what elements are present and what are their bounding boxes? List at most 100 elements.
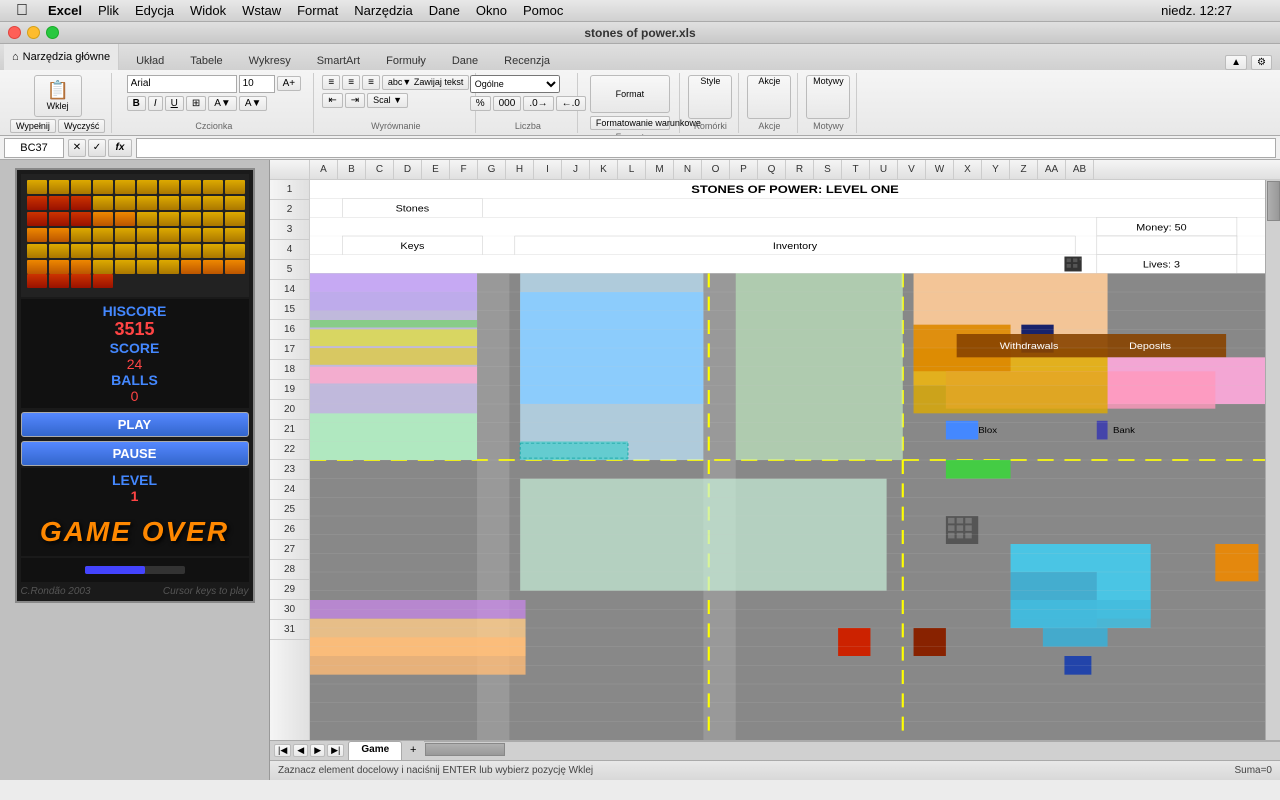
align-center-btn[interactable]: ≡ — [342, 75, 360, 90]
row-5[interactable]: 5 — [270, 260, 309, 280]
col-header-t[interactable]: T — [842, 160, 870, 179]
col-header-o[interactable]: O — [702, 160, 730, 179]
menu-edycja[interactable]: Edycja — [135, 3, 174, 18]
narzedzia-glowne-tab[interactable]: Narzędzia główne — [23, 51, 110, 63]
first-sheet-btn[interactable]: |◀ — [274, 744, 291, 757]
col-header-x[interactable]: X — [954, 160, 982, 179]
sheet-tab-game[interactable]: Game — [348, 741, 402, 760]
row-26[interactable]: 26 — [270, 520, 309, 540]
row-3[interactable]: 3 — [270, 220, 309, 240]
next-sheet-btn[interactable]: ▶ — [310, 744, 325, 757]
decimal-inc-btn[interactable]: .0→ — [523, 96, 553, 111]
menu-format[interactable]: Format — [297, 3, 338, 18]
menu-plik[interactable]: Plik — [98, 3, 119, 18]
pause-button[interactable]: PAUSE — [21, 441, 249, 466]
merge-btn[interactable]: Scal ▼ — [367, 93, 408, 108]
motywy-btn[interactable]: Motywy — [806, 75, 850, 119]
formula-input[interactable] — [136, 138, 1276, 158]
close-button[interactable] — [8, 26, 21, 39]
col-header-k[interactable]: K — [590, 160, 618, 179]
formuly-tab[interactable]: Formuły — [373, 51, 439, 70]
number-format-select[interactable]: Ogólne — [470, 75, 560, 93]
col-header-e[interactable]: E — [422, 160, 450, 179]
thousands-btn[interactable]: 000 — [493, 96, 522, 111]
scrollbar-thumb-v[interactable] — [1267, 181, 1280, 221]
wrap-text-btn[interactable]: abc▼ Zawijaj tekst — [382, 75, 469, 90]
underline-btn[interactable]: U — [165, 96, 184, 111]
col-header-aa[interactable]: AA — [1038, 160, 1066, 179]
menu-widok[interactable]: Widok — [190, 3, 226, 18]
menu-dane[interactable]: Dane — [429, 3, 460, 18]
horizontal-scrollbar[interactable] — [424, 741, 1280, 756]
uklad-tab[interactable]: Układ — [123, 51, 177, 70]
row-24[interactable]: 24 — [270, 480, 309, 500]
col-header-l[interactable]: L — [618, 160, 646, 179]
last-sheet-btn[interactable]: ▶| — [327, 744, 344, 757]
add-sheet-btn[interactable]: + — [406, 743, 420, 757]
cancel-formula-btn[interactable]: ✕ — [68, 139, 86, 157]
cell-reference-input[interactable] — [4, 138, 64, 158]
wypelnij-button[interactable]: Wypełnij — [10, 119, 56, 133]
row-23[interactable]: 23 — [270, 460, 309, 480]
indent-less-btn[interactable]: ⇤ — [322, 93, 342, 108]
cells-area[interactable]: STONES OF POWER: LEVEL ONE Stones Money:… — [310, 180, 1280, 740]
col-header-m[interactable]: M — [646, 160, 674, 179]
ribbon-collapse-btn[interactable]: ▲ — [1225, 55, 1247, 70]
col-header-y[interactable]: Y — [982, 160, 1010, 179]
dane-tab[interactable]: Dane — [439, 51, 491, 70]
col-header-h[interactable]: H — [506, 160, 534, 179]
font-size-input[interactable] — [239, 75, 275, 93]
wklej-button[interactable]: 📋 Wklej — [34, 75, 82, 117]
col-header-i[interactable]: I — [534, 160, 562, 179]
row-19[interactable]: 19 — [270, 380, 309, 400]
percent-btn[interactable]: % — [470, 96, 491, 111]
col-header-r[interactable]: R — [786, 160, 814, 179]
col-header-b[interactable]: B — [338, 160, 366, 179]
wyczysc-button[interactable]: Wyczyść — [58, 119, 105, 133]
align-left-btn[interactable]: ≡ — [322, 75, 340, 90]
row-27[interactable]: 27 — [270, 540, 309, 560]
menu-narzedzia[interactable]: Narzędzia — [354, 3, 413, 18]
col-header-d[interactable]: D — [394, 160, 422, 179]
row-18[interactable]: 18 — [270, 360, 309, 380]
col-header-n[interactable]: N — [674, 160, 702, 179]
col-header-w[interactable]: W — [926, 160, 954, 179]
row-29[interactable]: 29 — [270, 580, 309, 600]
tabele-tab[interactable]: Tabele — [177, 51, 235, 70]
menu-pomoc[interactable]: Pomoc — [523, 3, 563, 18]
row-28[interactable]: 28 — [270, 560, 309, 580]
fx-btn[interactable]: fx — [108, 139, 132, 157]
play-button[interactable]: PLAY — [21, 412, 249, 437]
row-22[interactable]: 22 — [270, 440, 309, 460]
menu-wstaw[interactable]: Wstaw — [242, 3, 281, 18]
smartart-tab[interactable]: SmartArt — [304, 51, 373, 70]
col-header-s[interactable]: S — [814, 160, 842, 179]
bold-btn[interactable]: B — [127, 96, 146, 111]
row-25[interactable]: 25 — [270, 500, 309, 520]
row-4[interactable]: 4 — [270, 240, 309, 260]
col-header-f[interactable]: F — [450, 160, 478, 179]
align-right-btn[interactable]: ≡ — [362, 75, 380, 90]
apple-menu[interactable]:  — [16, 2, 28, 20]
font-name-input[interactable] — [127, 75, 237, 93]
col-header-c[interactable]: C — [366, 160, 394, 179]
col-header-u[interactable]: U — [870, 160, 898, 179]
row-20[interactable]: 20 — [270, 400, 309, 420]
maximize-button[interactable] — [46, 26, 59, 39]
row-31[interactable]: 31 — [270, 620, 309, 640]
font-color-btn[interactable]: A▼ — [239, 96, 268, 111]
col-header-a[interactable]: A — [310, 160, 338, 179]
col-header-v[interactable]: V — [898, 160, 926, 179]
row-2[interactable]: 2 — [270, 200, 309, 220]
row-14[interactable]: 14 — [270, 280, 309, 300]
fill-color-btn[interactable]: A▼ — [208, 96, 237, 111]
recenzja-tab[interactable]: Recenzja — [491, 51, 563, 70]
col-header-ab[interactable]: AB — [1066, 160, 1094, 179]
confirm-formula-btn[interactable]: ✓ — [88, 139, 106, 157]
row-16[interactable]: 16 — [270, 320, 309, 340]
col-header-g[interactable]: G — [478, 160, 506, 179]
row-17[interactable]: 17 — [270, 340, 309, 360]
format-cond-btn[interactable]: Formatowanie warunkowe — [590, 116, 670, 130]
col-header-q[interactable]: Q — [758, 160, 786, 179]
vertical-scrollbar[interactable] — [1265, 180, 1280, 740]
